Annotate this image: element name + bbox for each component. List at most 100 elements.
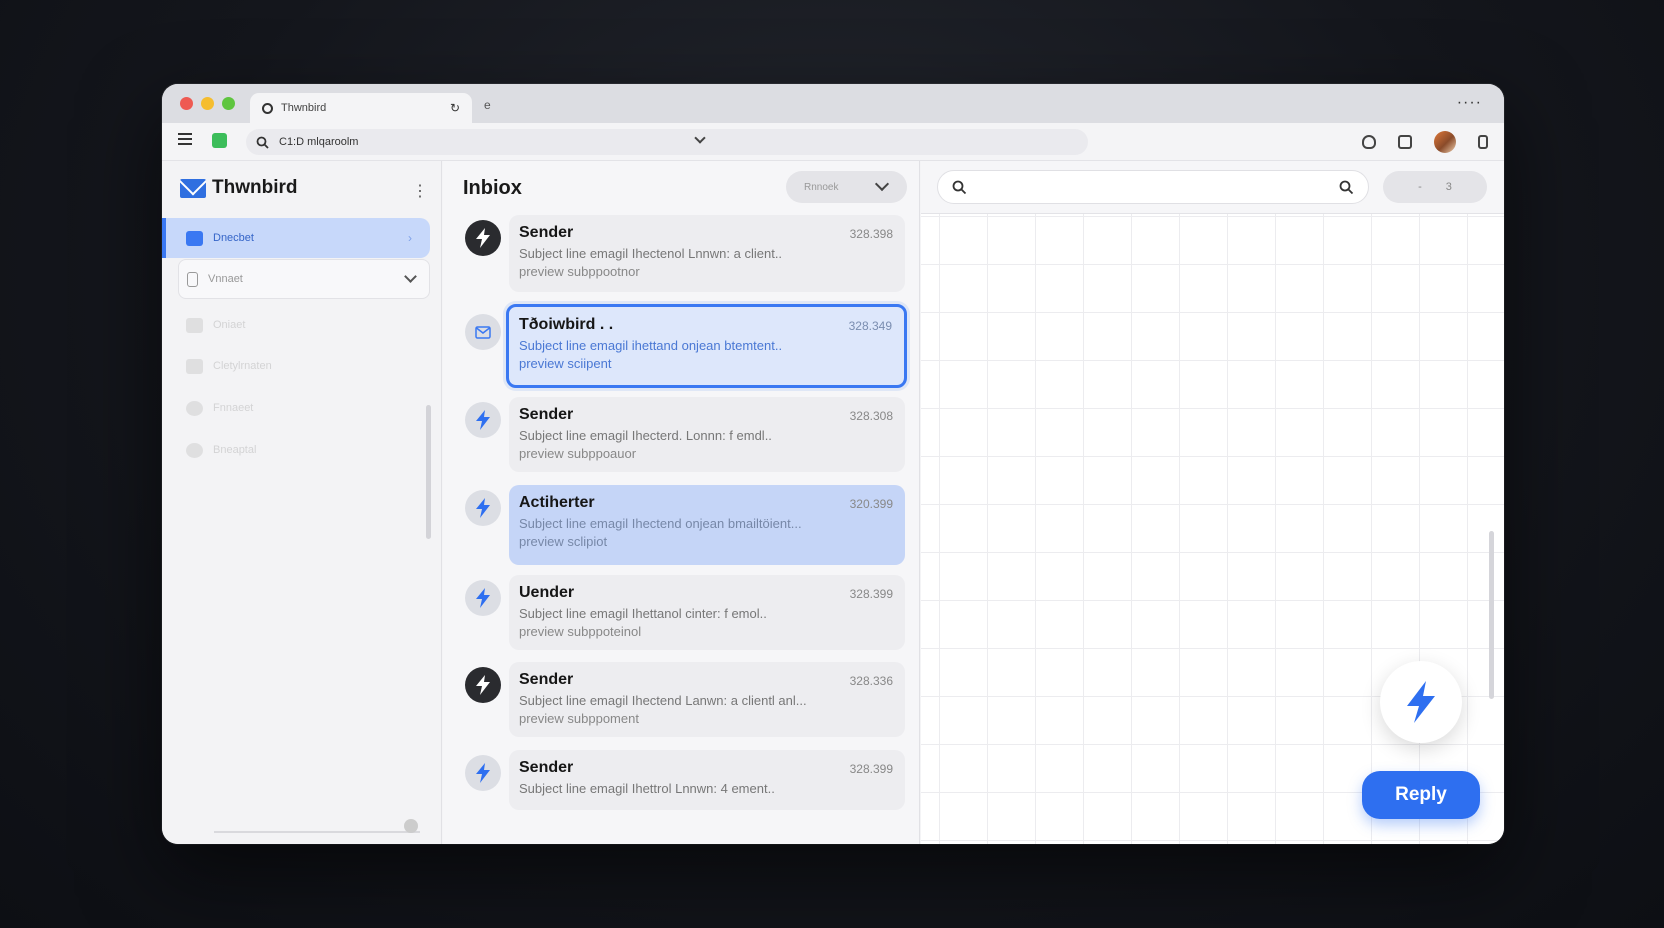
chevron-right-icon: ›: [408, 231, 412, 245]
sidebar-item-label: Cletylrnaten: [213, 360, 272, 372]
sort-dropdown[interactable]: Rnnoek: [786, 171, 907, 203]
quick-action-button[interactable]: [1380, 661, 1462, 743]
message-card[interactable]: Sender 328.308 Subject line emagil Ihecter…: [509, 397, 905, 472]
message-date: 328.336: [849, 674, 893, 688]
reader-toolbar: - 3: [921, 161, 1504, 214]
title-bar: Thwnbird ↻ e ····: [162, 84, 1504, 123]
chevron-down-icon[interactable]: [404, 270, 417, 283]
maximize-window-button[interactable]: [222, 97, 235, 110]
message-date: 320.399: [849, 497, 893, 511]
message-date: 328.349: [848, 319, 892, 333]
list-item[interactable]: Sender 328.399 Subject line emagil Ihettro…: [443, 750, 920, 810]
sidebar-icon[interactable]: [1398, 135, 1412, 149]
list-icon[interactable]: [1478, 135, 1488, 149]
reply-button[interactable]: Reply: [1362, 771, 1480, 819]
chevron-down-icon[interactable]: [694, 132, 706, 144]
address-text: C1:D mlqaroolm: [279, 136, 359, 148]
folder-sidebar: Thwnbird ⋮ Dnecbet › Vnnaet Oniaet Clety…: [162, 161, 442, 844]
trash-icon: [186, 442, 203, 458]
sidebar-item-inbox[interactable]: Dnecbet ›: [162, 218, 430, 258]
settings-icon[interactable]: [404, 819, 418, 833]
menu-icon[interactable]: [178, 133, 192, 145]
lightning-icon: [1407, 681, 1435, 723]
reader-action-right: 3: [1445, 181, 1452, 193]
sidebar-item-fifth[interactable]: Fnnaeet: [162, 388, 430, 428]
sidebar-scrollbar[interactable]: [426, 405, 431, 539]
message-preview: preview subppoteinol: [519, 624, 642, 639]
search-submit-icon[interactable]: [1339, 180, 1354, 195]
message-card[interactable]: Actiherter 320.399 Subject line emagil Ihe…: [509, 485, 905, 565]
lightning-icon: [465, 667, 501, 703]
message-list: Inbiox Rnnoek Sender 328.398 Subject line …: [443, 161, 920, 844]
list-item[interactable]: Uender 328.399 Subject line emagil Ihettan…: [443, 575, 920, 650]
lightning-icon: [465, 490, 501, 526]
message-sender: Sender: [519, 671, 574, 688]
envelope-icon: [180, 178, 206, 198]
message-card[interactable]: Tðoiwbird . . 328.349 Subject line emagil …: [506, 304, 907, 388]
sidebar-item-label: Oniaet: [213, 319, 246, 331]
message-card[interactable]: Sender 328.398 Subject line emagil Ihecten…: [509, 215, 905, 292]
app-name: Thwnbird: [212, 177, 298, 198]
message-card[interactable]: Sender 328.336 Subject line emagil Ihecten…: [509, 662, 905, 737]
new-tab-button[interactable]: e: [484, 98, 491, 112]
reader-scrollbar[interactable]: [1489, 531, 1494, 699]
message-sender: Tðoiwbird . .: [519, 316, 614, 333]
message-preview: preview sciipent: [519, 356, 612, 371]
shield-icon[interactable]: [1362, 135, 1376, 149]
address-bar[interactable]: C1:D mlqaroolm: [246, 129, 1088, 155]
sidebar-item-second[interactable]: Vnnaet: [178, 259, 430, 299]
minimize-window-button[interactable]: [201, 97, 214, 110]
page-title: Inbiox: [463, 177, 522, 199]
sidebar-item-fourth[interactable]: Cletylrnaten: [162, 346, 430, 386]
archive-icon: [186, 358, 203, 374]
message-subject: Subject line emagil ihettand onjean btem…: [519, 338, 783, 353]
browser-tab[interactable]: Thwnbird ↻: [250, 93, 472, 123]
more-options-icon[interactable]: ····: [1457, 94, 1482, 112]
browser-toolbar: C1:D mlqaroolm: [162, 123, 1504, 161]
message-date: 328.399: [849, 762, 893, 776]
star-icon: [186, 400, 203, 416]
list-item[interactable]: Actiherter 320.399 Subject line emagil Ihe…: [443, 485, 920, 565]
chevron-down-icon: [874, 176, 890, 192]
reload-icon[interactable]: ↻: [450, 101, 460, 115]
reader-actions-button[interactable]: - 3: [1383, 171, 1487, 203]
toolbar-actions: [1362, 131, 1488, 153]
message-sender: Actiherter: [519, 494, 595, 511]
reading-pane: - 3 Reply: [921, 161, 1504, 844]
tab-title: Thwnbird: [281, 102, 327, 114]
message-preview: preview subppoment: [519, 711, 639, 726]
message-card[interactable]: Uender 328.399 Subject line emagil Ihettan…: [509, 575, 905, 650]
lightning-icon: [465, 220, 501, 256]
message-sender: Sender: [519, 759, 574, 776]
message-preview: preview subppoauor: [519, 446, 637, 461]
tab-favicon-icon: [262, 102, 273, 114]
sidebar-horizontal-scrollbar[interactable]: [214, 831, 420, 833]
list-item[interactable]: Sender 328.308 Subject line emagil Ihecter…: [443, 397, 920, 472]
app-logo: Thwnbird: [180, 177, 297, 199]
sidebar-item-sixth[interactable]: Bneaptal: [162, 430, 430, 470]
lightning-icon: [465, 580, 501, 616]
mail-icon: [465, 314, 501, 350]
avatar[interactable]: [1434, 131, 1456, 153]
reader-action-left: -: [1418, 181, 1422, 193]
close-window-button[interactable]: [180, 97, 193, 110]
sidebar-item-third[interactable]: Oniaet: [162, 305, 430, 345]
search-input[interactable]: [937, 170, 1369, 204]
list-item[interactable]: Tðoiwbird . . 328.349 Subject line emagil …: [443, 304, 920, 388]
message-subject: Subject line emagil Ihecterd. Lonnn: f e…: [519, 428, 772, 443]
search-icon: [256, 136, 269, 149]
kebab-menu-icon[interactable]: ⋮: [412, 181, 428, 201]
extension-icon[interactable]: [212, 133, 227, 148]
list-item[interactable]: Sender 328.398 Subject line emagil Ihecten…: [443, 215, 920, 292]
message-preview: preview sclipiot: [519, 534, 608, 549]
folder-icon: [186, 317, 203, 333]
window-controls: [180, 97, 235, 110]
lightning-icon: [465, 402, 501, 438]
message-subject: Subject line emagil Ihectend Lanwn: a cl…: [519, 693, 807, 708]
inbox-icon: [186, 230, 203, 246]
message-card[interactable]: Sender 328.399 Subject line emagil Ihettro…: [509, 750, 905, 810]
message-date: 328.399: [849, 587, 893, 601]
message-subject: Subject line emagil Ihectend onjean bmai…: [519, 516, 802, 531]
message-preview: preview subppootnor: [519, 264, 640, 279]
list-item[interactable]: Sender 328.336 Subject line emagil Ihecten…: [443, 662, 920, 737]
